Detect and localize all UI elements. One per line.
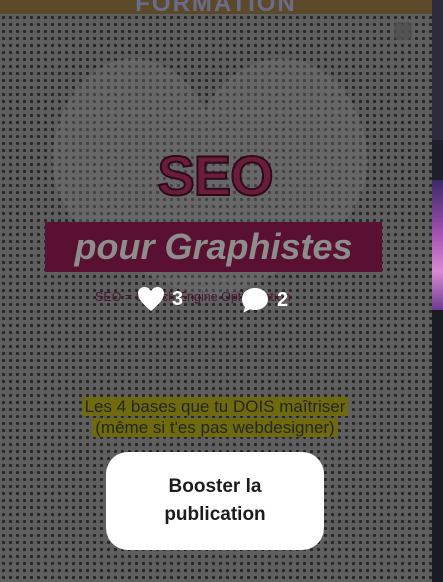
subtitle-text: pour Graphistes xyxy=(74,226,353,267)
next-post-preview-bottom xyxy=(432,310,443,582)
subtitle-band: pour Graphistes xyxy=(45,222,382,272)
heart-icon xyxy=(138,287,164,311)
comment-bubble-icon xyxy=(242,288,268,313)
top-banner-text: FORMATION xyxy=(135,0,297,17)
bases-caption: Les 4 bases que tu DOIS maîtriser (même … xyxy=(55,396,375,438)
comments-stat: 2 xyxy=(240,286,288,314)
seo-definition: SEO = Search Engine Optimization xyxy=(95,290,291,304)
next-post-preview[interactable] xyxy=(432,0,443,582)
boost-post-button[interactable]: Booster la publication xyxy=(106,452,324,550)
seo-title: SEO xyxy=(156,143,274,208)
multi-post-icon xyxy=(394,22,412,40)
likes-stat: 3 xyxy=(137,286,183,312)
bases-text: Les 4 bases que tu DOIS maîtriser (même … xyxy=(81,397,349,437)
likes-count: 3 xyxy=(172,287,184,310)
next-post-preview-top xyxy=(432,0,443,140)
next-post-preview-image xyxy=(432,180,443,310)
top-banner: FORMATION xyxy=(0,0,432,17)
comments-count: 2 xyxy=(277,288,289,311)
post-tile[interactable]: FORMATION SEO pour Graphistes SEO = Sear… xyxy=(0,0,432,582)
